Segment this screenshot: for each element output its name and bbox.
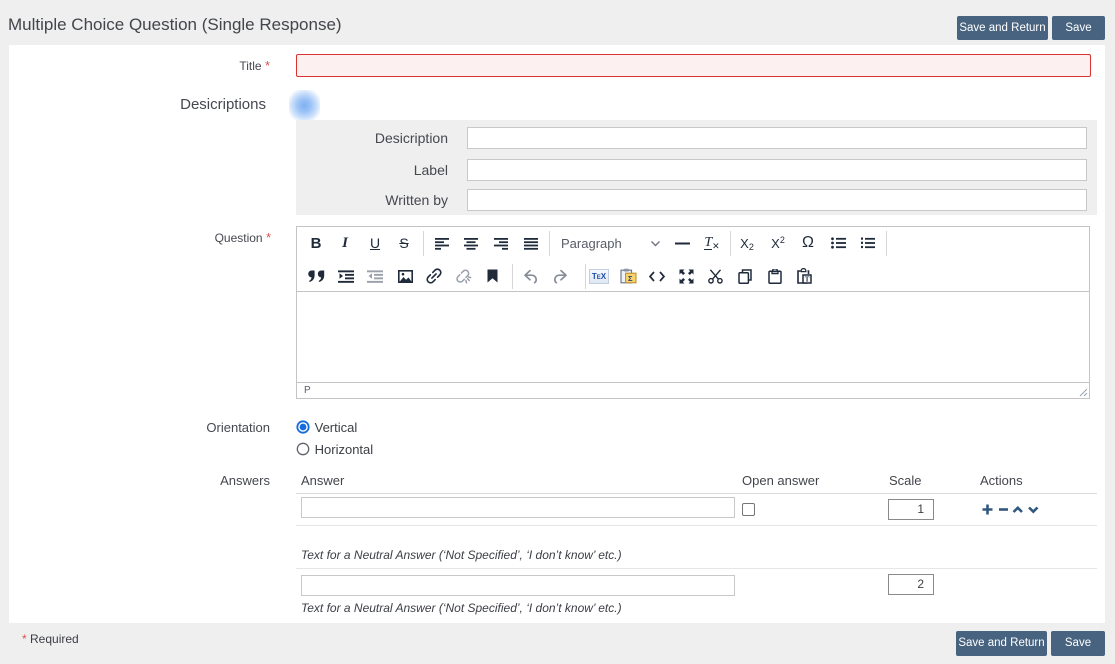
svg-text:Σ: Σ — [628, 274, 633, 283]
svg-text:T: T — [805, 276, 810, 284]
